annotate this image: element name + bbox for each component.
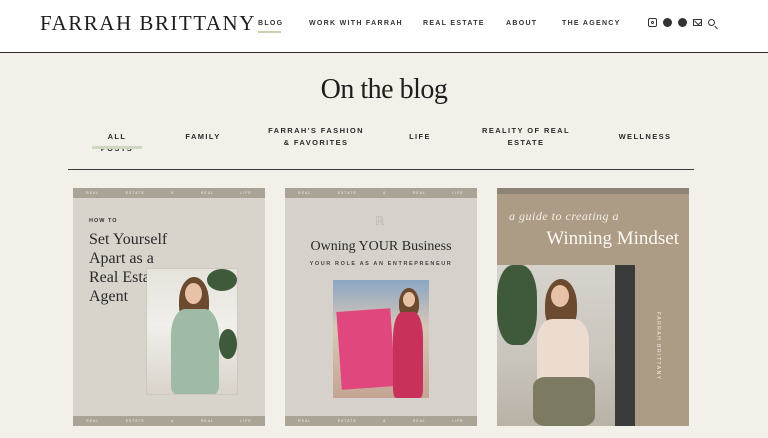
tab-fashion-favorites[interactable]: FARRAH'S FASHION & FAVORITES [268,125,364,149]
tab-reality-of-real-estate[interactable]: REALITY OF REAL ESTATE [482,125,570,149]
strip-word: ESTATE [337,419,357,423]
tab-all-posts[interactable]: ALL POSTS [90,131,144,155]
strip-word: REAL [298,191,312,195]
person-outfit [393,312,423,398]
person-pants [533,377,595,426]
person-face [403,292,415,307]
social-icons [648,18,715,27]
post-card-set-yourself-apart[interactable]: REAL ESTATE & REAL LIFE HOW TO Set Yours… [73,188,265,426]
strip-word: & [171,419,175,423]
person-outfit [171,309,219,394]
page-title: On the blog [320,74,448,105]
plant-decoration [219,329,237,359]
strip-word: REAL [298,419,312,423]
site-logo[interactable]: FARRAH BRITTANY [40,11,256,36]
post-card-winning-mindset[interactable]: a guide to creating a Winning Mindset FA… [497,188,689,426]
strip-word: LIFE [452,419,464,423]
tab-active-underline [92,146,142,149]
post-photo [497,265,635,426]
tabs-divider [68,169,694,170]
instagram-icon[interactable] [648,18,657,27]
tab-family[interactable]: FAMILY [185,131,221,143]
strip-word: REAL [86,419,100,423]
mail-icon[interactable] [693,19,702,26]
header: FARRAH BRITTANY BLOG WORK WITH FARRAH RE… [0,0,768,53]
strip-word: ESTATE [337,191,357,195]
nav-work-with-farrah[interactable]: WORK WITH FARRAH [309,20,403,27]
facebook-icon[interactable] [678,18,687,27]
strip-word: ESTATE [125,419,145,423]
post-title: Winning Mindset [546,228,679,249]
strip-word: REAL [200,419,215,423]
strip-word: & [383,419,387,423]
strip-word: LIFE [240,419,252,423]
strip-word: & [171,191,175,195]
nav-active-underline [258,31,281,33]
monogram-mark: ℝ [375,214,385,228]
post-vertical-brand: FARRAH BRITTANY [655,312,661,381]
card-top-strip: REAL ESTATE & REAL LIFE [73,188,265,198]
post-photo [333,280,429,398]
plant-decoration [497,265,537,345]
post-photo [147,269,237,394]
strip-word: REAL [412,191,427,195]
card-top-strip: REAL ESTATE & REAL LIFE [285,188,477,198]
plant-decoration [207,269,237,291]
post-card-owning-your-business[interactable]: REAL ESTATE & REAL LIFE ℝ Owning YOUR Bu… [285,188,477,426]
strip-word: LIFE [452,191,464,195]
strip-word: REAL [200,191,215,195]
card-bottom-strip: REAL ESTATE & REAL LIFE [73,416,265,426]
pinterest-icon[interactable] [663,18,672,27]
post-title: Owning YOUR Business [310,239,452,254]
strip-word: & [383,191,387,195]
strip-word: ESTATE [125,191,145,195]
strip-word: REAL [86,191,100,195]
nav-blog[interactable]: BLOG [258,20,283,27]
tab-wellness[interactable]: WELLNESS [617,131,673,143]
search-icon[interactable] [708,19,715,26]
post-kicker: HOW TO [89,218,118,224]
nav-real-estate[interactable]: REAL ESTATE [423,20,485,27]
nav-the-agency[interactable]: THE AGENCY [562,20,621,27]
window-frame [615,265,635,426]
tab-life[interactable]: LIFE [408,131,432,143]
magazine-cover [336,308,396,390]
person-face [551,285,569,307]
strip-word: LIFE [240,191,252,195]
post-script-kicker: a guide to creating a [509,209,620,223]
person-face [185,283,202,304]
post-subtitle: YOUR ROLE AS AN ENTREPRENEUR [309,261,453,267]
strip-word: REAL [412,419,427,423]
nav-about[interactable]: ABOUT [506,20,537,27]
card-bottom-strip: REAL ESTATE & REAL LIFE [285,416,477,426]
